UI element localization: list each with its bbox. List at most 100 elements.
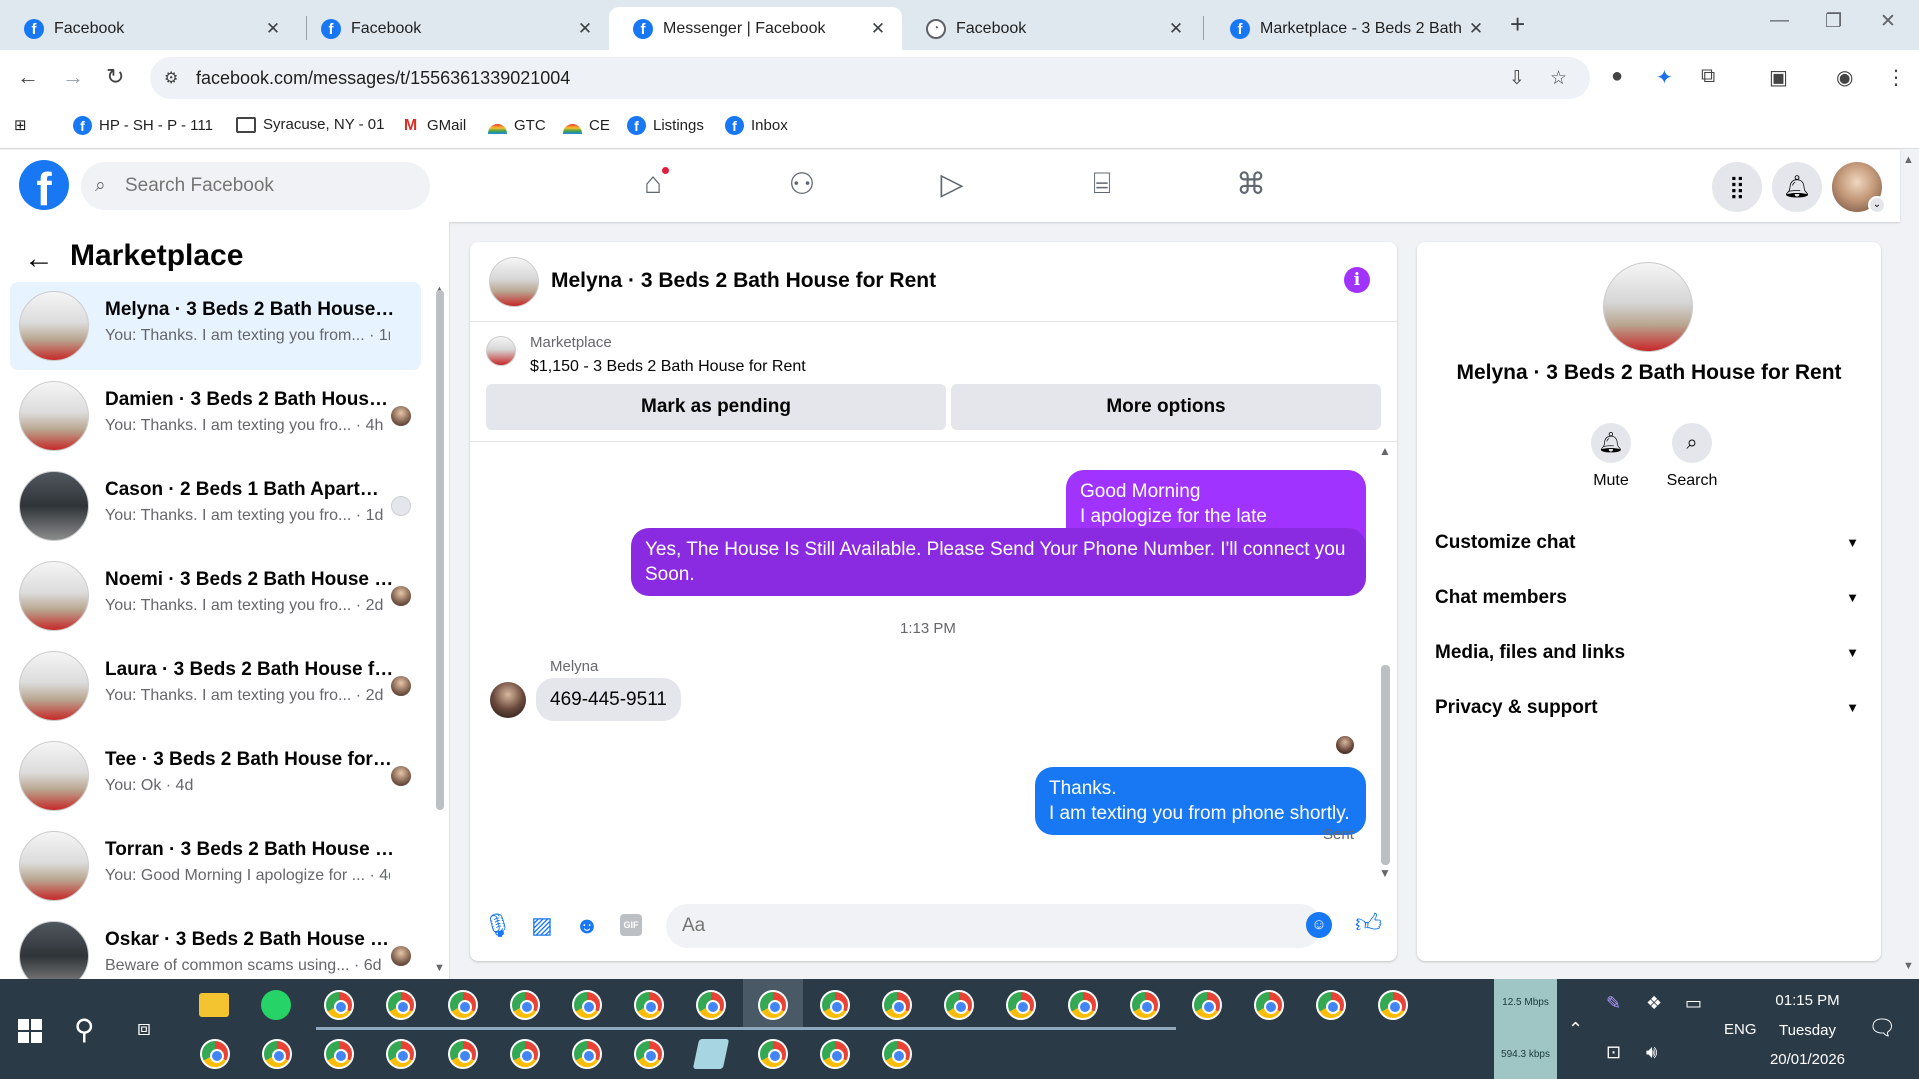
info-icon[interactable]: i (1344, 267, 1370, 293)
bookmark-hp[interactable]: f HP - SH - P - 111 (73, 116, 213, 135)
bookmark-inbox[interactable]: f Inbox (725, 116, 788, 135)
close-tab-icon[interactable]: ✕ (575, 19, 595, 39)
back-icon[interactable]: ← (17, 64, 39, 90)
bookmark-syracuse[interactable]: Syracuse, NY - 01 (236, 116, 384, 133)
chrome-profile-icon[interactable] (1130, 990, 1160, 1020)
extensions-puzzle-icon[interactable]: ⧉ (1701, 65, 1715, 88)
whatsapp-icon[interactable] (261, 990, 291, 1020)
chrome-profile-icon[interactable] (510, 990, 540, 1020)
chrome-profile-icon[interactable] (1006, 990, 1036, 1020)
dropbox-icon[interactable]: ❖ (1646, 993, 1662, 1014)
chrome-profile-icon[interactable] (1068, 990, 1098, 1020)
show-hidden-icons-chevron-icon[interactable]: ⌃ (1568, 1019, 1583, 1040)
chrome-profile-icon[interactable] (262, 1039, 292, 1069)
chrome-profile-icon[interactable] (386, 1039, 416, 1069)
windows-start-icon[interactable] (18, 1019, 42, 1043)
chat-thumbnail[interactable] (489, 257, 539, 307)
outgoing-message[interactable]: Yes, The House Is Still Available. Pleas… (631, 528, 1366, 596)
scroll-up-arrow-icon[interactable]: ▲ (1379, 444, 1391, 458)
clock-time[interactable]: 01:15 PM (1750, 992, 1865, 1009)
chrome-profile-icon[interactable] (820, 990, 850, 1020)
clock-date[interactable]: 20/01/2026 (1750, 1051, 1865, 1068)
account-avatar[interactable]: ⌄ (1832, 162, 1886, 214)
chat-members-section[interactable]: Chat members ▼ (1435, 578, 1863, 618)
chrome-profile-icon[interactable] (696, 990, 726, 1020)
file-explorer-icon[interactable] (199, 993, 229, 1017)
chrome-profile-icon[interactable] (1316, 990, 1346, 1020)
clock-day[interactable]: Tuesday (1750, 1022, 1865, 1039)
cookie-extension-icon[interactable]: ● (1611, 65, 1623, 88)
tab-messenger[interactable]: f Messenger | Facebook ✕ (609, 7, 902, 50)
apps-grid-icon[interactable]: ⊞ (14, 116, 27, 134)
reload-icon[interactable]: ↻ (106, 64, 124, 90)
menu-grid-icon[interactable]: ⣿ (1712, 162, 1762, 212)
chrome-profile-icon[interactable] (572, 990, 602, 1020)
menu-kebab-icon[interactable]: ⋮ (1886, 65, 1906, 90)
conversation-item[interactable]: Laura · 3 Beds 2 Bath House for Rent You… (10, 642, 421, 730)
bookmark-ce[interactable]: CE (563, 116, 610, 134)
battery-icon[interactable]: ▭ (1685, 993, 1702, 1014)
task-view-icon[interactable]: ⧈ (137, 1015, 151, 1041)
forward-icon[interactable]: → (62, 64, 84, 90)
mute-button[interactable]: 🔔︎ Mute (1571, 423, 1651, 490)
outgoing-message[interactable]: Thanks. I am texting you from phone shor… (1035, 767, 1366, 835)
back-arrow-icon[interactable]: ← (24, 242, 54, 276)
photo-icon[interactable]: ▨ (528, 912, 556, 939)
incoming-message[interactable]: 469-445-9511 (536, 678, 681, 721)
chat-profile-thumbnail[interactable] (1603, 262, 1693, 352)
notifications-bell-icon[interactable]: 🔔︎ (1772, 162, 1822, 212)
profile-icon[interactable]: ◉ (1836, 65, 1853, 90)
privacy-support-section[interactable]: Privacy & support ▼ (1435, 688, 1863, 728)
more-options-button[interactable]: More options (951, 384, 1381, 430)
network-icon[interactable]: ⊡ (1606, 1042, 1621, 1063)
install-app-icon[interactable]: ⇩ (1509, 67, 1525, 90)
sender-avatar[interactable] (490, 682, 526, 718)
conversation-item[interactable]: Damien · 3 Beds 2 Bath House for Rent Yo… (10, 372, 421, 460)
tab-facebook-2[interactable]: f Facebook ✕ (297, 7, 609, 50)
chrome-profile-icon[interactable] (758, 1039, 788, 1069)
page-scroll-down-icon[interactable]: ▼ (1903, 960, 1914, 972)
chrome-profile-icon[interactable] (572, 1039, 602, 1069)
microphone-icon[interactable]: 🎙︎ (483, 912, 512, 939)
conversation-item[interactable]: Cason · 2 Beds 1 Bath Apartment for Rent… (10, 462, 421, 550)
facebook-logo[interactable]: f (19, 160, 69, 210)
bookmark-gmail[interactable]: M GMail (401, 116, 466, 135)
feather-app-icon[interactable]: ✎ (1606, 993, 1621, 1014)
close-tab-icon[interactable]: ✕ (868, 19, 888, 39)
bookmark-star-icon[interactable]: ☆ (1550, 67, 1567, 90)
tab-marketplace[interactable]: f Marketplace - 3 Beds 2 Bath Ho ✕ (1206, 7, 1500, 50)
scroll-down-arrow-icon[interactable]: ▼ (1379, 866, 1391, 880)
search-conversation-button[interactable]: ⌕ Search (1652, 423, 1732, 490)
chrome-profile-icon[interactable] (634, 990, 664, 1020)
chrome-profile-icon[interactable] (1378, 990, 1408, 1020)
chrome-profile-icon[interactable] (200, 1039, 230, 1069)
gaming-nav-icon[interactable]: ⌘ (1231, 167, 1271, 207)
close-tab-icon[interactable]: ✕ (1466, 19, 1486, 39)
chrome-profile-icon[interactable] (448, 1039, 478, 1069)
chrome-profile-icon[interactable] (1192, 990, 1222, 1020)
marketplace-nav-icon[interactable]: ⌸ (1082, 167, 1122, 207)
chrome-profile-icon[interactable] (882, 990, 912, 1020)
sidebar-scrollbar[interactable] (436, 290, 444, 810)
address-bar[interactable]: ⚙ facebook.com/messages/t/15563613390210… (150, 57, 1590, 99)
chrome-profile-icon[interactable] (510, 1039, 540, 1069)
bookmark-gtc[interactable]: GTC (488, 116, 546, 134)
page-scroll-up-icon[interactable]: ▲ (1903, 154, 1914, 166)
chrome-profile-icon[interactable] (324, 990, 354, 1020)
tab-facebook-1[interactable]: f Facebook ✕ (0, 7, 297, 50)
media-files-section[interactable]: Media, files and links ▼ (1435, 633, 1863, 673)
restore-icon[interactable]: ❐ (1825, 10, 1842, 33)
conversation-item[interactable]: Oskar · 3 Beds 2 Bath House for Rent Bew… (10, 912, 421, 979)
message-input[interactable] (666, 904, 1322, 948)
chrome-profile-icon[interactable] (944, 990, 974, 1020)
chrome-profile-icon[interactable] (634, 1039, 664, 1069)
chrome-profile-icon[interactable] (882, 1039, 912, 1069)
url-text[interactable]: facebook.com/messages/t/1556361339021004 (196, 68, 570, 89)
facebook-search[interactable]: ⌕ (81, 162, 430, 210)
conversation-item[interactable]: Torran · 3 Beds 2 Bath House for Rent Yo… (10, 822, 421, 910)
conversation-item[interactable]: Melyna · 3 Beds 2 Bath House for Rent Yo… (10, 282, 421, 370)
gif-icon[interactable]: GIF (620, 914, 642, 936)
search-input[interactable] (125, 162, 415, 210)
bookmark-listings[interactable]: f Listings (627, 116, 704, 135)
message-scrollbar[interactable] (1381, 665, 1390, 865)
